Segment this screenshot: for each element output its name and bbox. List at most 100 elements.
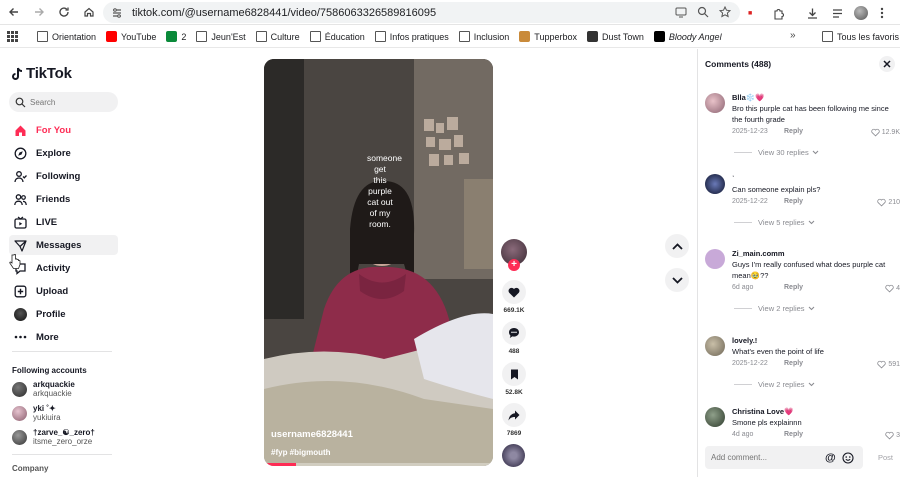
avatar[interactable] [705,336,725,356]
bookmark-item[interactable]: Bloody Angel [653,31,722,42]
search-input[interactable] [30,97,110,107]
sound-disc[interactable] [502,444,525,467]
company-link[interactable]: Company [12,464,48,473]
video-progress-bar[interactable] [264,463,493,466]
mention-icon[interactable]: @ [825,452,836,464]
comment-username[interactable]: Blla❄️💗 [732,93,764,102]
video-hashtags[interactable]: #fyp #bigmouth [271,448,331,457]
home-browser-icon[interactable] [78,1,100,23]
back-icon[interactable] [3,1,25,23]
bookmark-item[interactable]: Éducation [309,31,365,42]
bookmark-item[interactable]: Dust Town [587,31,644,42]
all-bookmarks[interactable]: Tous les favoris [822,31,899,42]
nav-item-upload[interactable]: Upload [9,281,118,301]
heart-outline-icon[interactable] [885,284,894,293]
nav-item-live[interactable]: LIVE [9,212,118,232]
cast-icon[interactable] [674,5,688,19]
heart-outline-icon[interactable] [885,431,894,440]
view-replies-button[interactable]: View 30 replies [734,148,819,157]
download-icon[interactable] [806,3,819,23]
nav-item-for-you[interactable]: For You [9,120,118,140]
search-bar[interactable] [9,92,118,112]
nav-item-following[interactable]: Following [9,166,118,186]
bpr-extension-icon[interactable]: ■ [748,3,752,23]
video-author[interactable]: username6828441 [271,429,353,440]
comment-like[interactable]: 4 [885,284,900,293]
forward-icon[interactable] [28,1,50,23]
close-comments-button[interactable] [879,56,895,72]
emoji-icon[interactable] [842,451,854,464]
video-player[interactable]: someone get this purple cat out of my ro… [264,59,493,466]
zoom-icon[interactable] [696,5,710,19]
nav-item-profile[interactable]: Profile [9,304,118,324]
bookmark-item[interactable]: 2 [166,31,186,42]
tiktok-logo[interactable]: TikTok [12,65,72,82]
next-video-button[interactable] [665,268,689,292]
profile-avatar-icon[interactable] [854,3,868,23]
address-bar[interactable]: tiktok.com/@username6828441/video/758606… [103,2,740,23]
url-text[interactable]: tiktok.com/@username6828441/video/758606… [132,7,436,19]
comment-username[interactable]: Christina Love💗 [732,407,793,416]
like-action[interactable]: 669.1K [501,280,527,314]
reply-button[interactable]: Reply [784,128,803,135]
view-replies-button[interactable]: View 5 replies [734,218,815,227]
heart-outline-icon[interactable] [877,198,886,207]
reply-button[interactable]: Reply [784,198,803,205]
bookmark-item[interactable]: Jeun'Est [196,31,246,42]
bookmark-item[interactable]: Orientation [37,31,96,42]
save-action[interactable]: 52.8K [501,362,527,396]
reply-button[interactable]: Reply [784,284,803,291]
chevron-down-icon [671,276,683,284]
following-account[interactable]: arkquackie arkquackie [12,380,75,398]
reply-button[interactable]: Reply [784,431,803,438]
comment-username[interactable]: ʾ [732,174,735,183]
follow-plus-icon[interactable]: + [508,259,520,271]
comment-like[interactable]: 3 [885,431,900,440]
nav-item-more[interactable]: More [9,327,118,347]
site-settings-icon[interactable] [110,6,124,20]
heart-icon[interactable] [502,280,526,304]
bookmark-item[interactable]: Culture [255,31,300,42]
view-replies-button[interactable]: View 2 replies [734,380,815,389]
nav-item-messages[interactable]: Messages [9,235,118,255]
star-icon[interactable] [718,5,732,19]
following-account[interactable]: †zarve_☯_zero† itsme_zero_orze [12,428,95,446]
nav-item-friends[interactable]: Friends [9,189,118,209]
post-comment-button[interactable]: Post [878,453,893,462]
heart-outline-icon[interactable] [877,360,886,369]
avatar[interactable] [705,249,725,269]
nav-item-explore[interactable]: Explore [9,143,118,163]
nav-item-activity[interactable]: Activity [9,258,118,278]
bookmark-icon[interactable] [502,362,526,386]
reading-list-icon[interactable] [831,3,844,23]
view-replies-button[interactable]: View 2 replies [734,304,815,313]
apps-grid-icon[interactable] [7,30,19,43]
comment-action[interactable]: 488 [501,321,527,355]
bookmark-item[interactable]: Tupperbox [519,31,577,42]
comment-username[interactable]: Zi_main.comm [732,249,785,258]
heart-outline-icon[interactable] [871,128,880,137]
comment-username[interactable]: lovely.! [732,336,757,345]
comment-like[interactable]: 591 [877,360,900,369]
comment-input-box[interactable]: @ [705,446,863,469]
following-account[interactable]: yki ˚✦ yukiuira [12,404,61,422]
share-action[interactable]: 7869 [501,403,527,437]
extensions-icon[interactable] [772,3,785,23]
comment-like[interactable]: 210 [877,198,900,207]
save-count: 52.8K [505,389,523,396]
bookmarks-overflow-icon[interactable]: » [790,30,796,41]
reload-icon[interactable] [53,1,75,23]
avatar[interactable] [705,174,725,194]
share-icon[interactable] [502,403,526,427]
avatar[interactable] [705,407,725,427]
comment-input[interactable] [711,453,821,462]
bookmark-item[interactable]: Infos pratiques [374,31,449,42]
bookmark-item[interactable]: Inclusion [458,31,509,42]
comment-icon[interactable] [502,321,526,345]
reply-button[interactable]: Reply [784,360,803,367]
previous-video-button[interactable] [665,234,689,258]
avatar[interactable] [705,93,725,113]
bookmark-item[interactable]: YouTube [106,31,156,42]
comment-like[interactable]: 12.9K [871,128,900,137]
menu-icon[interactable] [880,3,884,23]
